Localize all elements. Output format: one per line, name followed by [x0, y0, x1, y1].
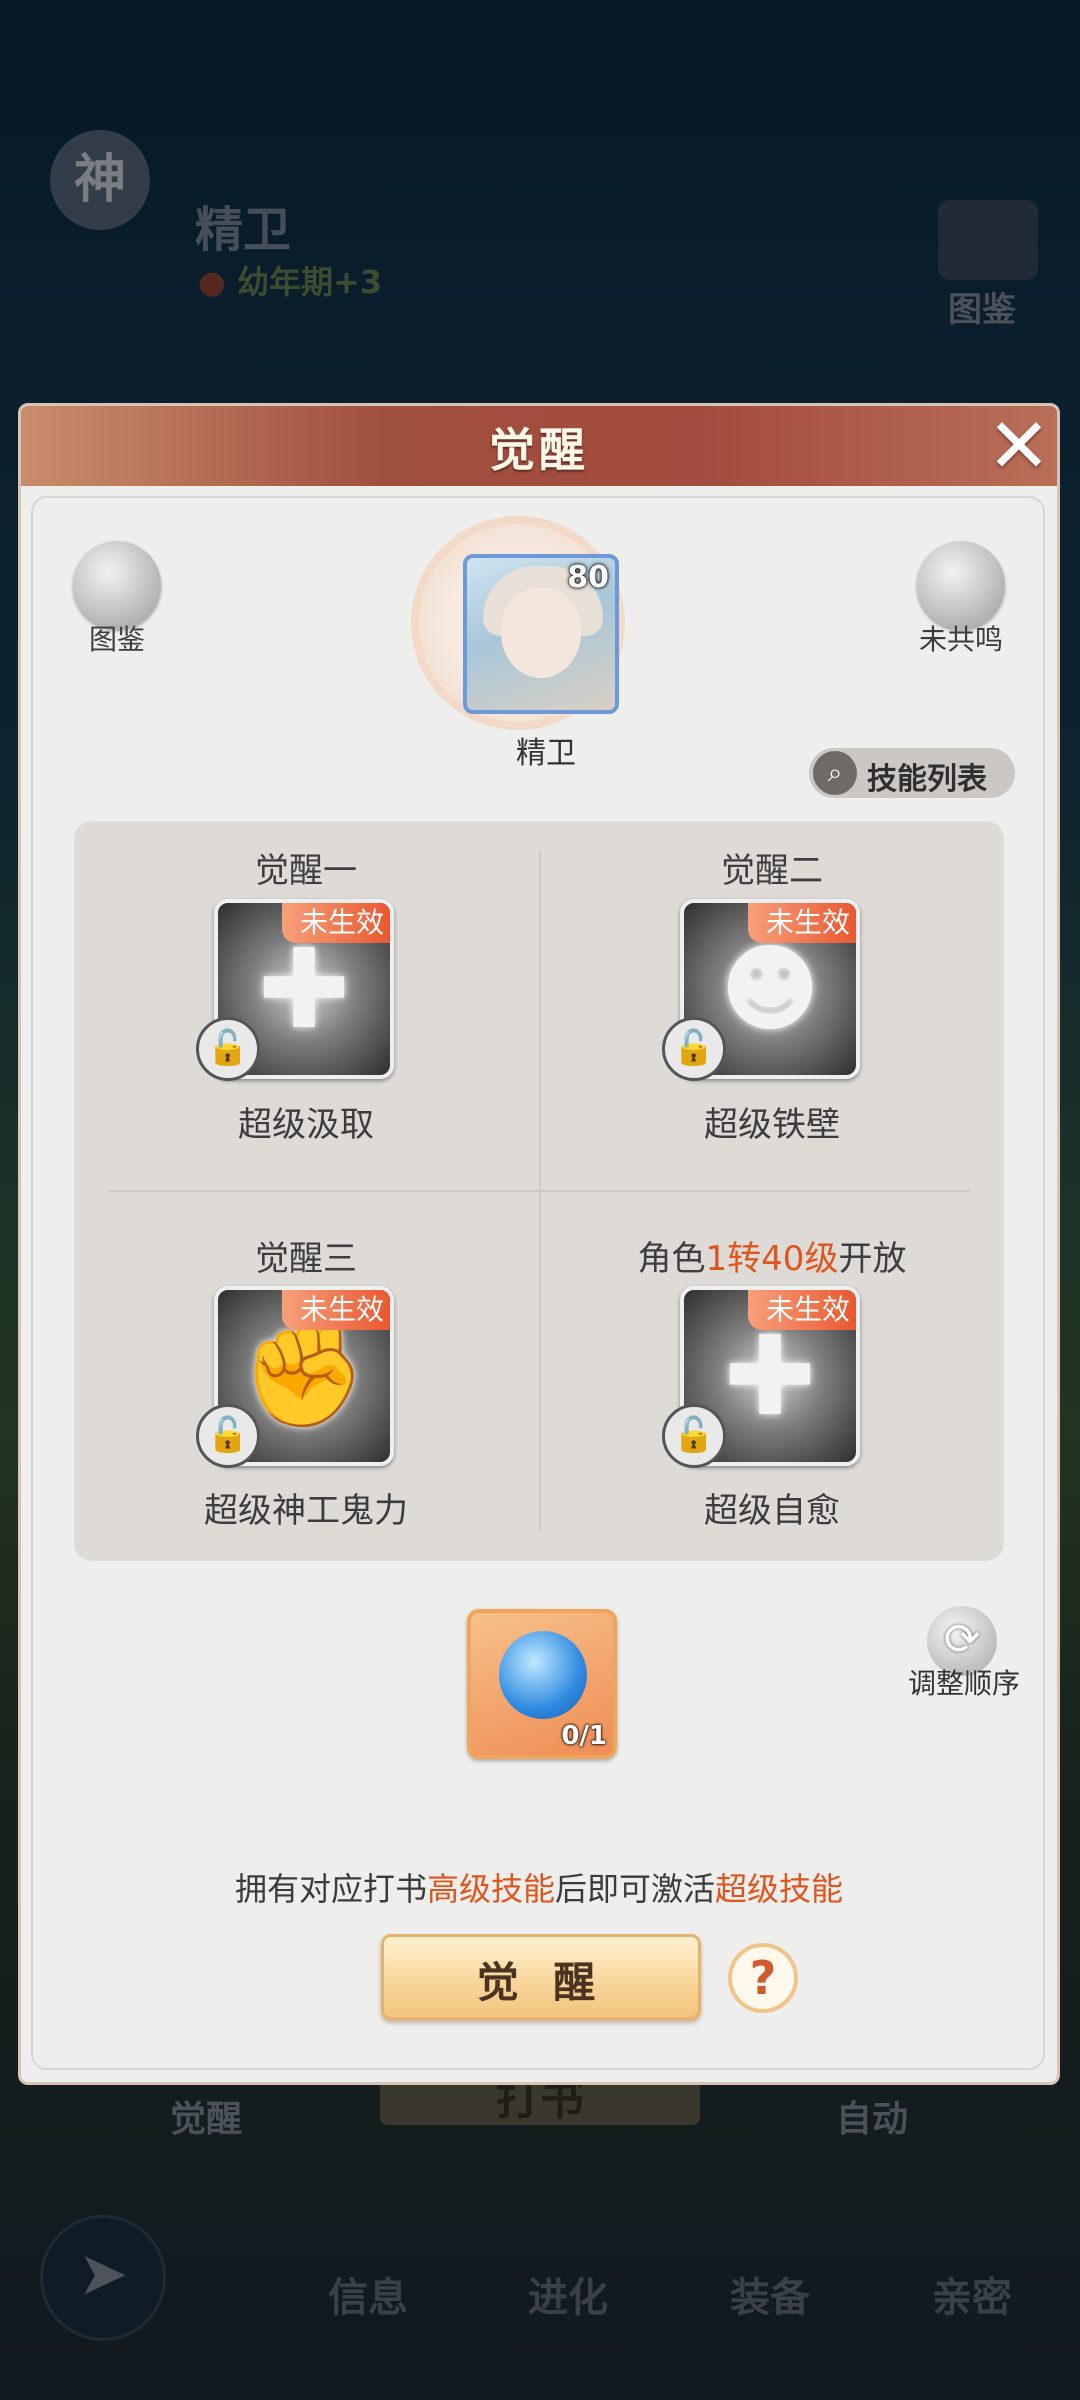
slot-4-title-pre: 角色	[637, 1239, 706, 1279]
avatar-face	[501, 588, 581, 678]
slot-2-badge: 未生效	[747, 903, 856, 943]
slot-1-lock-icon: 🔓	[196, 1017, 260, 1081]
skill-list-button[interactable]: ⌕ 技能列表	[809, 748, 1015, 798]
help-icon[interactable]: ?	[728, 1943, 798, 2013]
slot-2-skill-name: 超级铁壁	[704, 1105, 840, 1145]
grid-divider-horizontal	[108, 1190, 970, 1192]
avatar-name: 精卫	[516, 736, 576, 771]
hint-highlight-2: 超级技能	[715, 1870, 844, 1908]
skill-list-label: 技能列表	[867, 762, 987, 797]
hint-part-2: 后即可激活	[555, 1870, 716, 1908]
slot-1-badge: 未生效	[281, 903, 390, 943]
codex-label: 图鉴	[88, 623, 145, 656]
search-icon: ⌕	[813, 751, 857, 795]
resonance-label: 未共鸣	[918, 623, 1003, 656]
slot-2-lock-icon: 🔓	[662, 1017, 726, 1081]
reorder-label[interactable]: 调整顺序	[889, 1662, 1039, 1702]
awaken-slots-panel: 觉醒一 ✚ 未生效 🔓 超级汲取 觉醒二 ☻ 未生效 🔓 超级铁壁 觉醒三 ✊ …	[74, 821, 1004, 1561]
slot-1-skill-name: 超级汲取	[238, 1105, 374, 1145]
awaken-dialog: 觉醒 ✕ 图鉴 未共鸣 80 精卫 ⌕ 技能列表 觉醒一 ✚ 未生效 🔓 超级汲…	[18, 403, 1060, 2085]
hint-highlight-1: 高级技能	[426, 1870, 555, 1908]
resonance-flame-icon[interactable]	[917, 541, 1005, 629]
slot-3-lock-icon: 🔓	[196, 1404, 260, 1468]
slot-3-skill-name: 超级神工鬼力	[204, 1491, 408, 1531]
codex-book-icon[interactable]	[73, 541, 161, 629]
awaken-button-label: 觉 醒	[476, 1958, 606, 2007]
close-icon[interactable]: ✕	[981, 408, 1057, 484]
hint-part-1: 拥有对应打书	[234, 1870, 427, 1908]
character-avatar[interactable]: 80	[463, 554, 619, 714]
avatar-level: 80	[567, 560, 609, 595]
item-count: 0/1	[561, 1721, 607, 1751]
slot-2-title: 觉醒二	[721, 851, 823, 891]
slot-1-title: 觉醒一	[255, 851, 357, 891]
slot-4-title-highlight: 1转40级	[705, 1239, 839, 1279]
awaken-item-slot[interactable]: 0/1	[467, 1609, 617, 1759]
slot-4-title: 角色1转40级开放	[552, 1231, 992, 1280]
awaken-button[interactable]: 觉 醒	[381, 1934, 701, 2020]
dialog-title: 觉醒	[489, 423, 589, 477]
slot-3-badge: 未生效	[281, 1290, 390, 1330]
slot-4-skill-name: 超级自愈	[704, 1491, 840, 1531]
slot-4-badge: 未生效	[747, 1290, 856, 1330]
slot-4-lock-icon: 🔓	[662, 1404, 726, 1468]
slot-4-title-post: 开放	[838, 1239, 907, 1279]
activation-hint: 拥有对应打书高级技能后即可激活超级技能	[21, 1864, 1057, 1910]
blue-orb-icon	[499, 1631, 587, 1719]
slot-3-title: 觉醒三	[255, 1239, 357, 1279]
